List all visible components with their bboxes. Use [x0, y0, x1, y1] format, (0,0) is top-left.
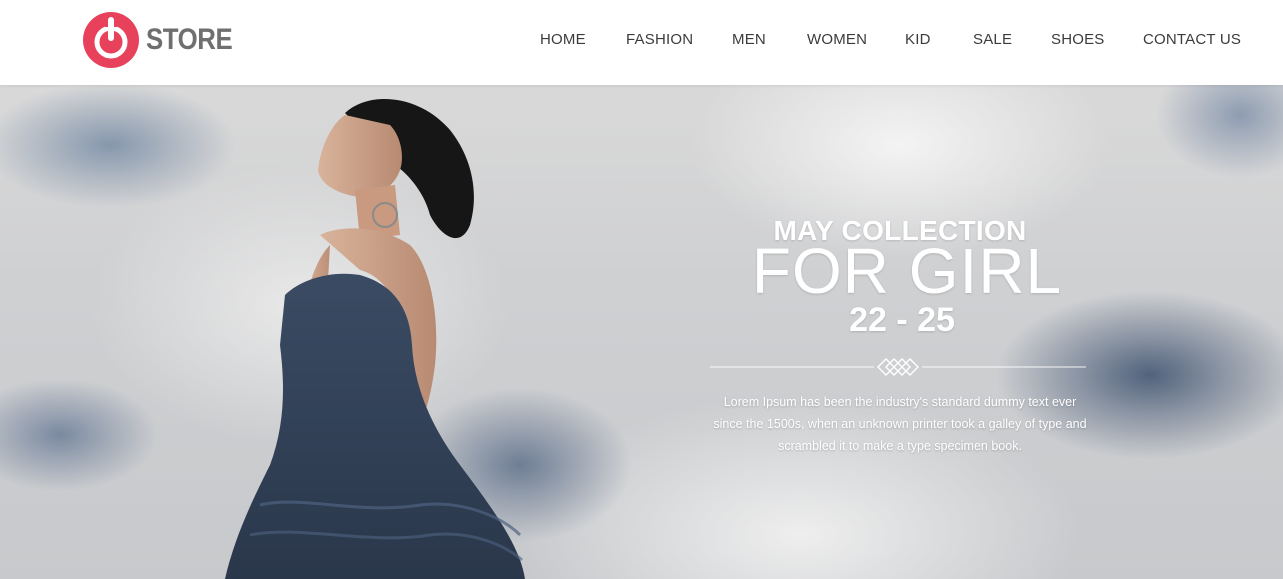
- nav-fashion[interactable]: FASHION: [626, 31, 693, 48]
- nav-kid[interactable]: KID: [905, 31, 931, 48]
- store-logo-text: STORE: [146, 23, 233, 56]
- nav-shoes[interactable]: SHOES: [1051, 31, 1105, 48]
- store-logo[interactable]: STORE: [82, 10, 246, 70]
- nav-contact-us[interactable]: CONTACT US: [1143, 31, 1241, 48]
- nav-men[interactable]: MEN: [732, 31, 766, 48]
- hero-range: 22 - 25: [849, 301, 955, 339]
- nav-women[interactable]: WOMEN: [807, 31, 867, 48]
- hero-banner: MAY COLLECTION FOR GIRL 22 - 25 Lorem Ip…: [0, 85, 1283, 579]
- diamond-divider-icon: [710, 358, 1086, 376]
- nav-home[interactable]: HOME: [540, 31, 586, 48]
- nav-sale[interactable]: SALE: [973, 31, 1012, 48]
- hero-title: FOR GIRL: [751, 235, 1063, 307]
- hero-description: Lorem Ipsum has been the industry's stan…: [713, 395, 1087, 453]
- site-header: STORE HOME FASHION MEN WOMEN KID SALE SH…: [0, 0, 1283, 85]
- store-logo-icon: [82, 11, 140, 69]
